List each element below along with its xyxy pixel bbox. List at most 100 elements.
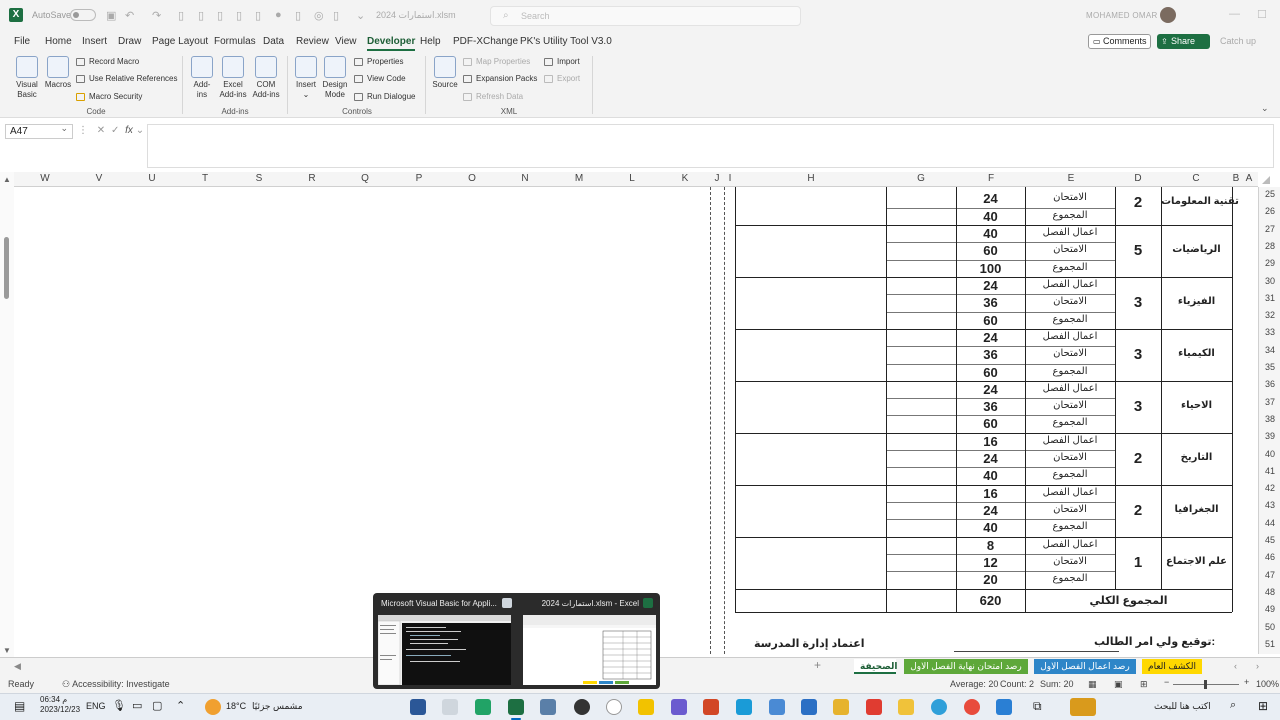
network-icon[interactable]: ▢ (152, 699, 162, 712)
row-header[interactable]: 34 (1259, 345, 1280, 355)
row-header[interactable]: 36 (1259, 379, 1280, 389)
column-header[interactable]: Q (358, 173, 372, 184)
collapse-ribbon-icon[interactable]: ⌄ (1261, 103, 1269, 114)
row-header[interactable]: 25 (1259, 189, 1280, 199)
share-button[interactable]: Share (1157, 34, 1210, 49)
sheet-tab[interactable]: رصد اعمال الفصل الاول (1034, 659, 1136, 674)
task-view-icon[interactable]: ⧉ (1033, 699, 1042, 714)
row-header[interactable]: 47 (1259, 570, 1280, 580)
column-header[interactable]: A (1243, 173, 1255, 184)
vertical-scrollbar[interactable]: ▲ ▼ (0, 172, 14, 657)
weather-description[interactable]: مشمس جزئيًا (252, 701, 303, 712)
macro-security-button[interactable]: Macro Security (76, 92, 142, 101)
cancel-icon[interactable]: ✕ (97, 125, 105, 136)
run-dialog-button[interactable]: Run Dialogue (354, 92, 415, 101)
column-header[interactable]: S (252, 173, 266, 184)
row-header[interactable]: 26 (1259, 206, 1280, 216)
vscode-icon[interactable] (996, 699, 1012, 715)
row-header[interactable]: 27 (1259, 224, 1280, 234)
column-header[interactable]: C (1189, 173, 1203, 184)
row-header[interactable]: 39 (1259, 431, 1280, 441)
row-header[interactable]: 40 (1259, 449, 1280, 459)
enter-icon[interactable]: ✓ (111, 125, 119, 136)
accessibility-status[interactable]: ⚇ Accessibility: Investigate (62, 679, 170, 690)
row-header[interactable]: 30 (1259, 276, 1280, 286)
calculator-icon[interactable] (801, 699, 817, 715)
sheets-icon[interactable] (475, 699, 491, 715)
row-header[interactable]: 51 (1259, 639, 1280, 649)
expansion-packs-button[interactable]: Expansion Packs (463, 74, 537, 83)
tab-formulas[interactable]: Formulas (214, 36, 256, 47)
undo-icon[interactable]: ↶ (125, 9, 134, 22)
sheet-tab[interactable]: رصد امتحان نهاية الفصل الاول (904, 659, 1028, 674)
autosave-toggle[interactable] (70, 9, 96, 21)
tab-data[interactable]: Data (263, 36, 284, 47)
app-icon[interactable] (736, 699, 752, 715)
app-icon[interactable] (898, 699, 914, 715)
minimize-icon[interactable]: — (1229, 8, 1240, 20)
search-box[interactable]: ⌕ Search (490, 6, 801, 26)
notification-icon[interactable]: ▤ (14, 699, 25, 713)
excel-addins-button[interactable]: Excel Add-ins (217, 56, 249, 100)
record-macro-button[interactable]: Record Macro (76, 57, 139, 66)
qat-customize-icon[interactable]: ⌄ (356, 9, 365, 22)
row-header[interactable]: 45 (1259, 535, 1280, 545)
qat-item-icon[interactable]: ▯ (255, 9, 261, 22)
row-header[interactable]: 33 (1259, 327, 1280, 337)
scroll-tabs-left-icon[interactable]: ◀ (14, 661, 21, 672)
worksheet-grid[interactable]: تقنية المعلومات 2 الامتحان 24 المجموع 40 الريا… (14, 187, 1258, 654)
select-all-corner[interactable] (1262, 176, 1270, 184)
add-sheet-button[interactable]: + (814, 658, 821, 672)
microphone-icon[interactable]: 🎙 (112, 699, 126, 712)
row-header[interactable]: 35 (1259, 362, 1280, 372)
scroll-up-icon[interactable]: ▲ (3, 175, 11, 184)
tab-pdf-xchange[interactable]: PDF-XChange (453, 36, 518, 47)
excel-preview-thumbnail[interactable] (523, 615, 656, 685)
redo-icon[interactable]: ↷ (152, 9, 161, 22)
row-header[interactable]: 42 (1259, 483, 1280, 493)
sheet-tab[interactable]: الصحيفة (854, 659, 897, 674)
excel-taskbar-icon[interactable] (508, 699, 524, 720)
column-header[interactable]: J (712, 173, 722, 184)
tab-home[interactable]: Home (45, 36, 72, 47)
map-properties-button[interactable]: Map Properties (463, 57, 530, 66)
row-header[interactable]: 48 (1259, 587, 1280, 597)
search-icon[interactable]: ⌕ (1230, 699, 1236, 712)
edge-icon[interactable] (931, 699, 947, 715)
tab-insert[interactable]: Insert (82, 36, 107, 47)
qat-item-icon[interactable]: ▯ (178, 9, 184, 22)
properties-button[interactable]: Properties (354, 57, 403, 66)
visual-basic-button[interactable]: Visual Basic (12, 56, 42, 100)
tab-nav-next-icon[interactable]: › (1256, 661, 1259, 671)
column-header[interactable]: M (572, 173, 586, 184)
tab-developer[interactable]: Developer (367, 36, 416, 51)
app-icon[interactable] (606, 699, 622, 715)
com-addins-button[interactable]: COM Add-ins (250, 56, 282, 100)
formula-input[interactable] (147, 124, 1274, 168)
maximize-icon[interactable]: ☐ (1257, 8, 1267, 21)
export-button[interactable]: Export (544, 74, 580, 83)
column-header[interactable]: K (678, 173, 692, 184)
app-icon[interactable] (540, 699, 556, 715)
language-indicator[interactable]: ENG (86, 701, 106, 711)
app-icon[interactable] (671, 699, 687, 715)
name-box[interactable]: A47 (5, 122, 73, 139)
more-icon[interactable]: ⋮ (78, 125, 88, 136)
column-header[interactable]: U (145, 173, 159, 184)
avatar[interactable] (1160, 7, 1176, 23)
row-header[interactable]: 38 (1259, 414, 1280, 424)
addins-button[interactable]: Add- ins (188, 56, 216, 100)
battery-icon[interactable]: ▭ (132, 699, 142, 712)
file-explorer-icon[interactable] (638, 699, 654, 715)
row-header[interactable]: 49 (1259, 604, 1280, 614)
column-header[interactable]: E (1064, 173, 1078, 184)
column-header[interactable]: H (804, 173, 818, 184)
scroll-down-icon[interactable]: ▼ (3, 646, 11, 655)
save-icon[interactable]: ▣ (106, 9, 116, 22)
tab-draw[interactable]: Draw (118, 36, 141, 47)
windows-start-icon[interactable]: ⊞ (1258, 699, 1268, 713)
design-mode-button[interactable]: Design Mode (320, 56, 350, 100)
page-layout-view-icon[interactable]: ▣ (1114, 679, 1123, 690)
vba-preview-title[interactable]: Microsoft Visual Basic for Appli... (381, 599, 499, 608)
column-header[interactable]: D (1131, 173, 1145, 184)
